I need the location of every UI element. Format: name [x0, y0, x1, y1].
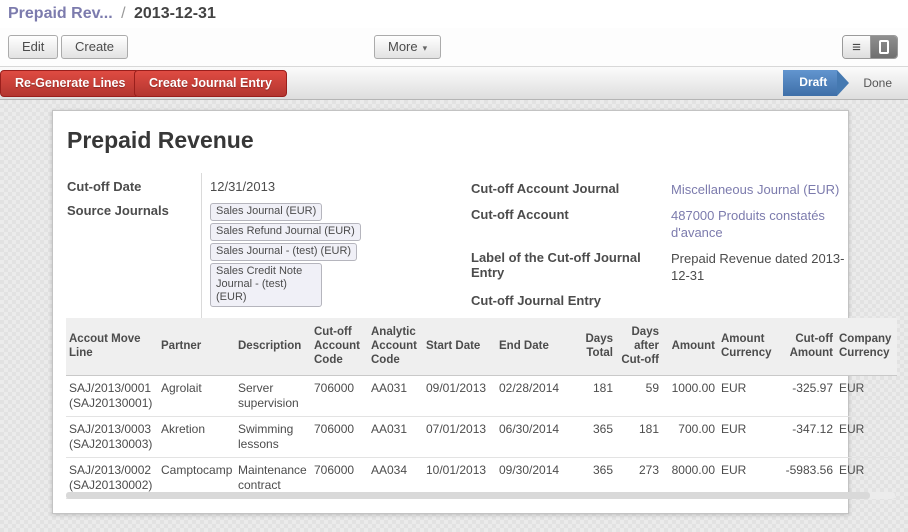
- cutoff-account-label: Cut-off Account: [471, 201, 671, 241]
- journal-tag: Sales Refund Journal (EUR): [210, 223, 361, 241]
- journal-entry-label-label: Label of the Cut-off Journal Entry: [471, 244, 671, 284]
- cutoff-account-journal-label: Cut-off Account Journal: [471, 175, 671, 198]
- table-cell: AA031: [368, 416, 423, 457]
- column-header[interactable]: Analytic Account Code: [368, 318, 423, 375]
- more-button-label: More: [388, 39, 418, 54]
- table-cell: 02/28/2014: [496, 375, 576, 416]
- source-journals-row: Source Journals Sales Journal (EUR)Sales…: [67, 197, 469, 312]
- source-journals-label: Source Journals: [67, 197, 201, 312]
- table-cell: 07/01/2013: [423, 416, 496, 457]
- table-cell: EUR: [836, 416, 897, 457]
- horizontal-scrollbar[interactable]: [66, 492, 895, 499]
- table-cell: 365: [576, 416, 616, 457]
- breadcrumb-separator: /: [117, 5, 129, 22]
- form-icon: [879, 40, 889, 54]
- column-header[interactable]: Amount Currency: [718, 318, 780, 375]
- form-view-button[interactable]: [870, 36, 897, 58]
- table-cell: Agrolait: [158, 375, 235, 416]
- table-header-row: Accout Move LinePartnerDescriptionCut-of…: [66, 318, 897, 375]
- statusbar: Draft Done: [783, 67, 908, 99]
- list-icon: ≡: [852, 40, 861, 55]
- column-header[interactable]: Amount: [662, 318, 718, 375]
- table-cell: 700.00: [662, 416, 718, 457]
- table-cell: 181: [576, 375, 616, 416]
- scrollbar-thumb[interactable]: [66, 492, 870, 499]
- action-bar: Re-Generate Lines Create Journal Entry D…: [0, 66, 908, 100]
- status-draft[interactable]: Draft: [783, 70, 837, 96]
- table-cell: 06/30/2014: [496, 416, 576, 457]
- table-cell: AA031: [368, 375, 423, 416]
- column-header[interactable]: End Date: [496, 318, 576, 375]
- source-journals-tags[interactable]: Sales Journal (EUR) Sales Refund Journal …: [201, 197, 469, 312]
- column-header[interactable]: Accout Move Line: [66, 318, 158, 375]
- more-button[interactable]: More ▾: [374, 35, 441, 59]
- cutoff-account-row: Cut-off Account 487000 Produits constaté…: [471, 201, 851, 241]
- column-header[interactable]: Days after Cut-off: [616, 318, 662, 375]
- journal-tag: Sales Journal (EUR): [210, 203, 322, 221]
- odoo-window: Prepaid Rev... / 2013-12-31 Edit Create …: [0, 0, 908, 532]
- breadcrumb: Prepaid Rev... / 2013-12-31: [0, 0, 908, 28]
- cutoff-date-value[interactable]: 12/31/2013: [201, 173, 469, 197]
- table-cell: 706000: [311, 375, 368, 416]
- main-content: Prepaid Revenue Cut-off Date 12/31/2013 …: [0, 100, 908, 532]
- table-cell: SAJ/2013/0003 (SAJ20130003): [66, 416, 158, 457]
- journal-entry-label-row: Label of the Cut-off Journal Entry Prepa…: [471, 244, 851, 284]
- create-button[interactable]: Create: [61, 35, 128, 59]
- chevron-down-icon: ▾: [423, 43, 428, 53]
- create-journal-entry-button[interactable]: Create Journal Entry: [134, 70, 287, 97]
- table-cell: SAJ/2013/0001 (SAJ20130001): [66, 375, 158, 416]
- journal-tag: Sales Credit Note Journal - (test) (EUR): [210, 263, 322, 307]
- column-header[interactable]: Cut-off Amount: [780, 318, 836, 375]
- cutoff-account-value[interactable]: 487000 Produits constatés d'avance: [671, 201, 851, 241]
- column-header[interactable]: Description: [235, 318, 311, 375]
- table-cell: EUR: [718, 375, 780, 416]
- list-view-button[interactable]: ≡: [843, 36, 870, 58]
- cutoff-lines-table: Accout Move LinePartnerDescriptionCut-of…: [66, 318, 897, 499]
- breadcrumb-parent-link[interactable]: Prepaid Rev...: [8, 5, 113, 22]
- cutoff-date-label: Cut-off Date: [67, 173, 201, 197]
- cutoff-account-journal-row: Cut-off Account Journal Miscellaneous Jo…: [471, 175, 851, 198]
- cutoff-date-row: Cut-off Date 12/31/2013: [67, 173, 469, 197]
- table-cell: 181: [616, 416, 662, 457]
- table-cell: -325.97: [780, 375, 836, 416]
- table-body: SAJ/2013/0001 (SAJ20130001)AgrolaitServe…: [66, 375, 897, 498]
- table-cell: 09/01/2013: [423, 375, 496, 416]
- breadcrumb-current: 2013-12-31: [134, 5, 216, 22]
- column-header[interactable]: Start Date: [423, 318, 496, 375]
- table-cell: 706000: [311, 416, 368, 457]
- column-header[interactable]: Cut-off Account Code: [311, 318, 368, 375]
- cutoff-journal-entry-row: Cut-off Journal Entry: [471, 287, 851, 308]
- table-cell: 59: [616, 375, 662, 416]
- view-switcher: ≡: [842, 35, 898, 59]
- table-row[interactable]: SAJ/2013/0003 (SAJ20130003)AkretionSwimm…: [66, 416, 897, 457]
- cutoff-journal-entry-label: Cut-off Journal Entry: [471, 287, 671, 308]
- table-cell: 1000.00: [662, 375, 718, 416]
- page-title: Prepaid Revenue: [67, 127, 254, 154]
- edit-button[interactable]: Edit: [8, 35, 58, 59]
- cutoff-account-journal-value[interactable]: Miscellaneous Journal (EUR): [671, 175, 851, 198]
- column-header[interactable]: Days Total: [576, 318, 616, 375]
- table-row[interactable]: SAJ/2013/0001 (SAJ20130001)AgrolaitServe…: [66, 375, 897, 416]
- column-header[interactable]: Company Currency: [836, 318, 897, 375]
- column-header[interactable]: Partner: [158, 318, 235, 375]
- cutoff-journal-entry-value: [671, 287, 851, 308]
- journal-entry-label-value: Prepaid Revenue dated 2013-12-31: [671, 244, 851, 284]
- form-group-right: Cut-off Account Journal Miscellaneous Jo…: [471, 175, 851, 311]
- table-cell: Server supervision: [235, 375, 311, 416]
- table-cell: EUR: [718, 416, 780, 457]
- table-cell: -347.12: [780, 416, 836, 457]
- form-toolbar: Edit Create More ▾ ≡: [0, 28, 908, 66]
- table-cell: Swimming lessons: [235, 416, 311, 457]
- table-cell: EUR: [836, 375, 897, 416]
- form-group-left: Cut-off Date 12/31/2013 Source Journals …: [67, 173, 469, 336]
- table-cell: Akretion: [158, 416, 235, 457]
- journal-tag: Sales Journal - (test) (EUR): [210, 243, 357, 261]
- regenerate-lines-button[interactable]: Re-Generate Lines: [0, 70, 140, 97]
